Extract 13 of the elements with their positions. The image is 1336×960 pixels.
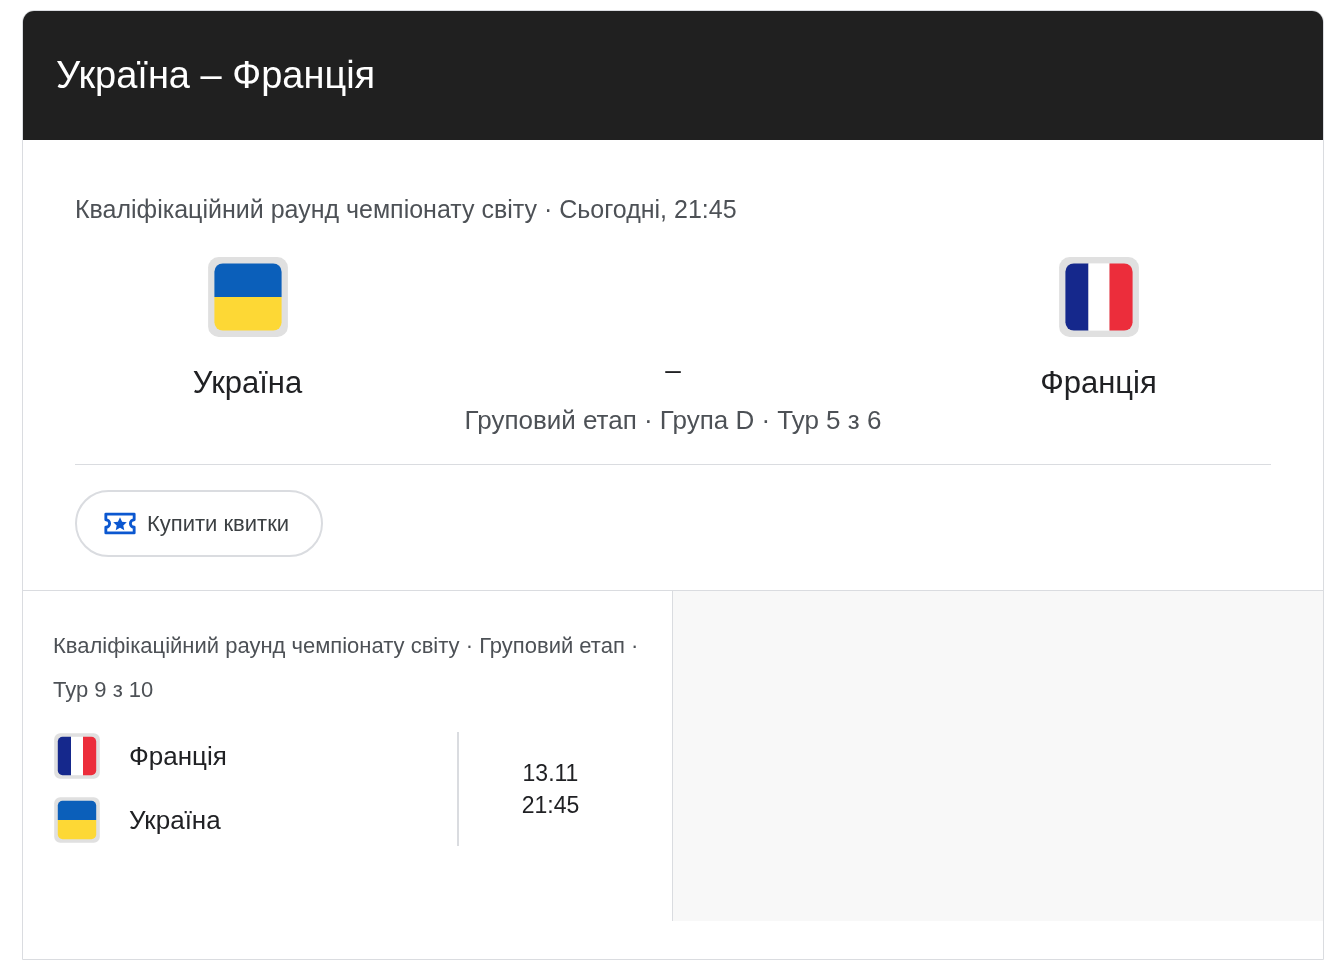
team-name: Україна [129, 804, 221, 836]
team-name: Україна [192, 365, 303, 401]
team-name: Франція [129, 740, 227, 772]
match-stage: Груповий етап · Група D · Тур 5 з 6 [463, 405, 883, 436]
team-name: Франція [1040, 365, 1157, 401]
match-info: Кваліфікаційний раунд чемпіонату світу · Сьогодні, 21:45 [75, 194, 738, 224]
match-date: 13.11 [522, 759, 579, 788]
score: – [665, 354, 681, 386]
ticket-icon [103, 511, 137, 536]
buy-tickets-button[interactable]: Купити квитки [75, 490, 324, 557]
match-info: Кваліфікаційний раунд чемпіонату світу · Груповий етап · Тур 9 з 10 [53, 632, 640, 704]
match-title: Україна – Франція [56, 54, 376, 97]
match-time: 21:45 [521, 791, 580, 820]
